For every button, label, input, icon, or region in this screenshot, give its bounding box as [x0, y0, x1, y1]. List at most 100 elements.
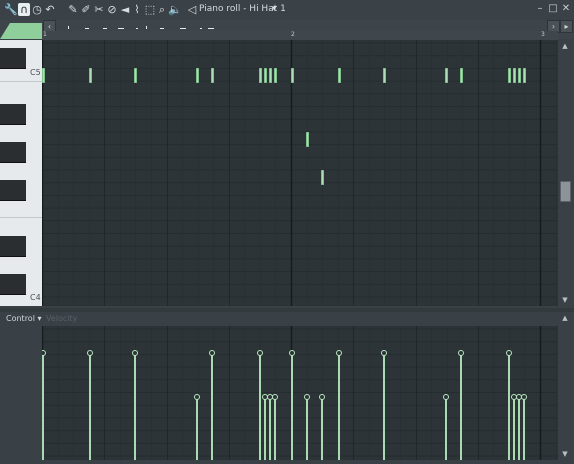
wrench-icon[interactable]: 🔧 [4, 3, 18, 16]
velocity-bar[interactable] [134, 355, 136, 460]
maximize-button[interactable]: □ [547, 3, 559, 15]
velocity-handle[interactable] [304, 394, 310, 400]
velocity-bar[interactable] [269, 399, 271, 460]
velocity-bar[interactable] [508, 355, 510, 460]
velocity-bar[interactable] [321, 399, 323, 460]
control-selector[interactable]: Control ▾ [6, 314, 41, 323]
magnet-icon[interactable]: ∩ [18, 3, 30, 16]
note[interactable] [321, 170, 324, 185]
delete-icon[interactable]: ✂ [93, 3, 105, 16]
title-bar: 🔧 ∩ ◷ ↶ ✎ ✐ ✂ ⊘ ◄ ⌇ ⬚ ⌕ 🔈 ◁ Piano roll -… [0, 0, 574, 21]
close-button[interactable]: ✕ [560, 3, 572, 15]
playback-icon[interactable]: ◁ [186, 3, 198, 16]
control-scroll-up-icon[interactable]: ▲ [560, 314, 570, 322]
key-label-c4: C4 [30, 293, 41, 302]
velocity-bar[interactable] [306, 399, 308, 460]
note-grid[interactable] [42, 40, 558, 306]
scroll-down-arrow-icon[interactable]: ▼ [560, 296, 570, 304]
velocity-bar[interactable] [259, 355, 261, 460]
undo-icon[interactable]: ↶ [44, 3, 56, 16]
speaker-mute-icon[interactable]: ◄ [119, 3, 131, 16]
note[interactable] [259, 68, 262, 83]
select-icon[interactable]: ⬚ [144, 3, 156, 16]
note[interactable] [306, 132, 309, 147]
velocity-bar[interactable] [383, 355, 385, 460]
note[interactable] [134, 68, 137, 83]
black-key[interactable] [0, 236, 26, 257]
title-dropdown-icon[interactable]: ▾ [272, 3, 277, 16]
velocity-handle[interactable] [257, 350, 263, 356]
velocity-grid-lines [42, 326, 558, 460]
black-key[interactable] [0, 142, 26, 163]
note[interactable] [523, 68, 526, 83]
velocity-handle[interactable] [336, 350, 342, 356]
velocity-bar[interactable] [518, 399, 520, 460]
velocity-handle[interactable] [87, 350, 93, 356]
velocity-handle[interactable] [272, 394, 278, 400]
black-key[interactable] [0, 104, 26, 125]
note[interactable] [508, 68, 511, 83]
slice-icon[interactable]: ⌇ [131, 3, 143, 16]
note[interactable] [383, 68, 386, 83]
control-dropdown-icon[interactable]: ▾ [37, 314, 41, 323]
velocity-bar[interactable] [211, 355, 213, 460]
playlist-button[interactable]: ▸ [560, 20, 573, 33]
note[interactable] [291, 68, 294, 83]
note[interactable] [264, 68, 267, 83]
note[interactable] [338, 68, 341, 83]
note[interactable] [445, 68, 448, 83]
velocity-handle[interactable] [209, 350, 215, 356]
velocity-bar[interactable] [445, 399, 447, 460]
velocity-bar[interactable] [460, 355, 462, 460]
note[interactable] [211, 68, 214, 83]
speaker-icon[interactable]: 🔈 [168, 3, 182, 16]
pencil-icon[interactable]: ✎ [67, 3, 79, 16]
velocity-bar[interactable] [89, 355, 91, 460]
zoom-icon[interactable]: ⌕ [156, 3, 168, 16]
velocity-handle[interactable] [132, 350, 138, 356]
velocity-handle[interactable] [289, 350, 295, 356]
velocity-bar[interactable] [42, 355, 44, 460]
velocity-handle[interactable] [381, 350, 387, 356]
black-key[interactable] [0, 274, 26, 295]
black-key[interactable] [0, 48, 26, 69]
note[interactable] [513, 68, 516, 83]
velocity-handle[interactable] [194, 394, 200, 400]
note[interactable] [460, 68, 463, 83]
note[interactable] [196, 68, 199, 83]
velocity-bar[interactable] [291, 355, 293, 460]
note[interactable] [269, 68, 272, 83]
velocity-bar[interactable] [196, 399, 198, 460]
velocity-bar[interactable] [338, 355, 340, 460]
velocity-bar[interactable] [274, 399, 276, 460]
piano-keyboard[interactable]: C5 C4 [0, 40, 43, 306]
scroll-up-arrow-icon[interactable]: ▲ [560, 42, 570, 50]
paint-icon[interactable]: ✐ [80, 3, 92, 16]
velocity-bar[interactable] [523, 399, 525, 460]
key-separator [0, 217, 42, 218]
velocity-bar[interactable] [513, 399, 515, 460]
velocity-bar[interactable] [264, 399, 266, 460]
note[interactable] [518, 68, 521, 83]
note[interactable] [42, 68, 45, 83]
bar-2-label: 2 [291, 31, 295, 38]
grid-lines [42, 40, 558, 306]
velocity-handle[interactable] [443, 394, 449, 400]
velocity-handle[interactable] [521, 394, 527, 400]
black-key[interactable] [0, 180, 26, 201]
mute-icon[interactable]: ⊘ [106, 3, 118, 16]
control-bar [0, 312, 574, 327]
velocity-handle[interactable] [506, 350, 512, 356]
control-scroll-down-icon[interactable]: ▼ [560, 450, 570, 458]
note[interactable] [89, 68, 92, 83]
clock-icon[interactable]: ◷ [31, 3, 43, 16]
scrollbar-thumb[interactable] [560, 181, 571, 202]
velocity-handle[interactable] [458, 350, 464, 356]
vertical-scrollbar[interactable]: ▲ ▼ [558, 40, 572, 306]
velocity-handle[interactable] [319, 394, 325, 400]
control-side-panel [0, 326, 42, 460]
note[interactable] [274, 68, 277, 83]
velocity-panel[interactable] [42, 326, 558, 460]
minimize-button[interactable]: – [534, 3, 546, 15]
control-scrollbar[interactable]: ▲ ▼ [558, 312, 572, 460]
